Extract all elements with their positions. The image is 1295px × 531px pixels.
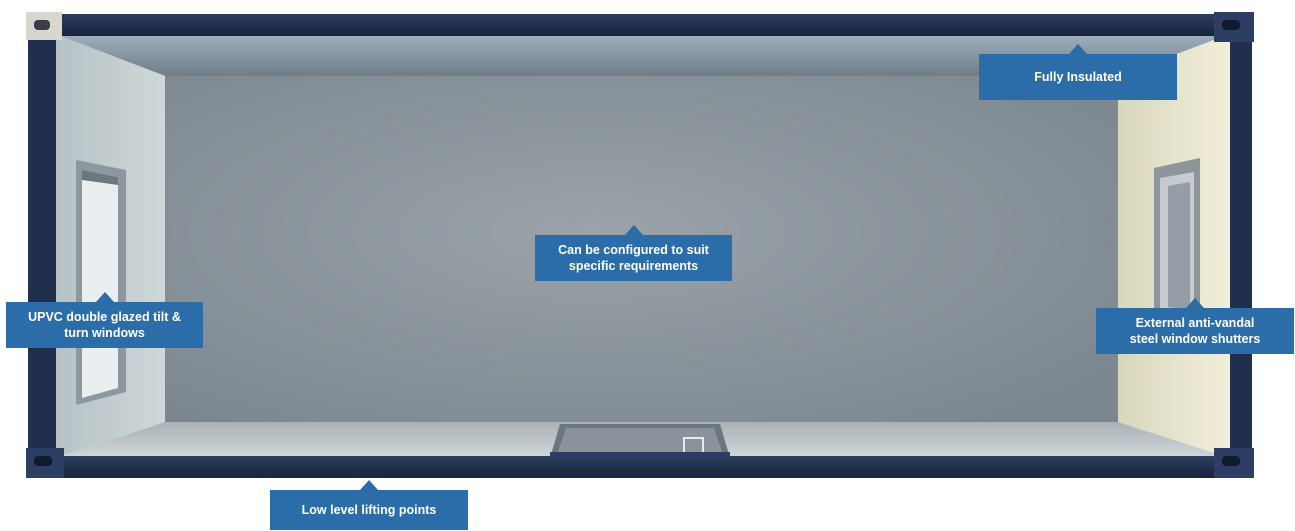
callout-window-shutters-line-1: External anti-vandal [1135,316,1255,330]
corner-casting-bottom-right [1214,448,1254,478]
callout-lifting-points-line-1: Low level lifting points [301,503,437,517]
callout-lifting-points: Low level lifting points [270,480,468,530]
callout-window-shutters-line-2: steel window shutters [1129,332,1261,346]
callout-configurable-line-1: Can be configured to suit [558,243,709,257]
callout-configurable: Can be configured to suit specific requi… [535,225,732,281]
top-beam [40,14,1252,36]
right-post [1230,18,1252,476]
callout-upvc-windows-line-1: UPVC double glazed tilt & [28,310,181,324]
corner-casting-top-left [26,12,62,40]
bottom-beam [40,456,1252,478]
container-illustration: Fully Insulated Can be configured to sui… [0,0,1295,531]
callout-configurable-line-2: specific requirements [568,259,699,273]
callout-upvc-windows: UPVC double glazed tilt & turn windows [6,292,203,348]
right-window [1154,158,1200,320]
callout-window-shutters: External anti-vandal steel window shutte… [1096,298,1294,354]
callout-upvc-windows-line-2: turn windows [64,326,145,340]
callout-fully-insulated: Fully Insulated [979,44,1177,100]
left-window [76,160,126,405]
corner-casting-bottom-left [26,448,64,478]
corner-casting-top-right [1214,12,1254,42]
callout-fully-insulated-line-1: Fully Insulated [1034,70,1122,84]
left-post [28,18,56,476]
